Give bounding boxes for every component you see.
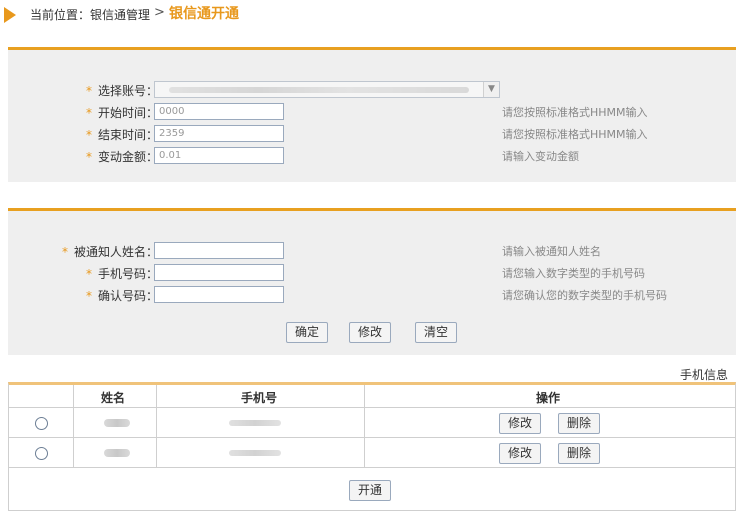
clear-button[interactable]: 清空 (415, 322, 457, 343)
end-time-hint: 请您按照标准格式HHMM输入 (502, 128, 648, 141)
recipient-panel: * 被通知人姓名： 请输入被通知人姓名 * 手机号码： 请您输入数字类型的手机号码 … (8, 208, 736, 355)
amount-row: *变动金额： 请输入变动金额 (8, 146, 736, 166)
phone-redacted (229, 450, 281, 456)
phone-info-caption: 手机信息 (680, 368, 729, 382)
required-mark: * (85, 289, 92, 303)
amount-hint: 请输入变动金额 (502, 150, 579, 163)
header-phone: 手机号 (241, 391, 278, 405)
required-mark: * (85, 128, 92, 142)
chevron-down-icon[interactable]: ▼ (483, 82, 499, 97)
start-time-hint: 请您按照标准格式HHMM输入 (502, 106, 648, 119)
start-time-row: *开始时间： 请您按照标准格式HHMM输入 (8, 102, 736, 122)
phone-label: * 手机号码： (85, 267, 158, 281)
start-time-input[interactable] (154, 103, 284, 120)
confirm-button[interactable]: 确定 (286, 322, 328, 343)
recipient-name-label: * 被通知人姓名： (61, 245, 158, 259)
table-row: 修改 删除 (9, 409, 735, 438)
amount-input[interactable] (154, 147, 284, 164)
phone-input[interactable] (154, 264, 284, 281)
row-select-radio[interactable] (35, 417, 48, 430)
account-select-row: * 选择账号： ▼ (8, 80, 736, 100)
required-mark: * (85, 267, 92, 281)
account-select-label: * 选择账号： (85, 84, 158, 98)
recipient-name-hint: 请输入被通知人姓名 (502, 245, 601, 258)
end-time-row: *结束时间： 请您按照标准格式HHMM输入 (8, 124, 736, 144)
phone-redacted (229, 420, 281, 426)
header-name: 姓名 (101, 391, 126, 405)
row-modify-button[interactable]: 修改 (499, 443, 541, 464)
table-header: 姓名 手机号 操作 (9, 385, 735, 408)
page-title: 银信通开通 (169, 6, 239, 22)
modify-button[interactable]: 修改 (349, 322, 391, 343)
row-delete-button[interactable]: 删除 (558, 413, 600, 434)
breadcrumb-arrow-icon (4, 7, 16, 23)
phone-row: * 手机号码： 请您输入数字类型的手机号码 (8, 263, 736, 283)
account-select-value-redacted (169, 87, 469, 93)
phone-info-table: 姓名 手机号 操作 修改 删除 修改 删除 开通 (8, 382, 736, 511)
breadcrumb-separator: > (154, 5, 165, 20)
amount-label: * 变动金额： (85, 150, 158, 164)
account-settings-panel: *选择账号： ▼ *开始时间： 请您按照标准格式HHMM输入 *结束时间： 请您… (8, 47, 736, 182)
required-mark: * (85, 106, 92, 120)
recipient-name-row: * 被通知人姓名： 请输入被通知人姓名 (8, 241, 736, 261)
header-action: 操作 (536, 391, 561, 405)
account-select[interactable]: ▼ (154, 81, 500, 98)
confirm-phone-row: * 确认号码： 请您确认您的数字类型的手机号码 (8, 285, 736, 305)
recipient-name-input[interactable] (154, 242, 284, 259)
start-time-label: * 开始时间： (85, 106, 158, 120)
row-select-radio[interactable] (35, 447, 48, 460)
table-row: 修改 删除 (9, 439, 735, 468)
phone-hint: 请您输入数字类型的手机号码 (502, 267, 645, 280)
required-mark: * (85, 84, 92, 98)
breadcrumb-prefix: 当前位置：银信通管理 (30, 8, 151, 22)
confirm-phone-label: * 确认号码： (85, 289, 158, 303)
end-time-label: * 结束时间： (85, 128, 158, 142)
row-modify-button[interactable]: 修改 (499, 413, 541, 434)
required-mark: * (61, 245, 68, 259)
confirm-phone-hint: 请您确认您的数字类型的手机号码 (502, 289, 667, 302)
breadcrumb: 当前位置：银信通管理 > 银信通开通 (0, 0, 745, 28)
end-time-input[interactable] (154, 125, 284, 142)
open-service-button[interactable]: 开通 (349, 480, 391, 501)
required-mark: * (85, 150, 92, 164)
confirm-phone-input[interactable] (154, 286, 284, 303)
name-redacted (104, 419, 130, 427)
row-delete-button[interactable]: 删除 (558, 443, 600, 464)
name-redacted (104, 449, 130, 457)
